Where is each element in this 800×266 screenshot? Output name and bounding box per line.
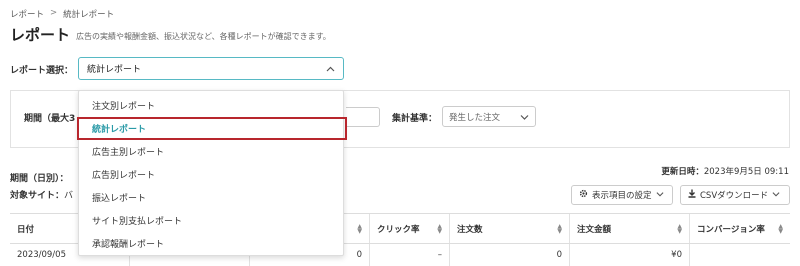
cell-conversion-rate [690,244,790,266]
column-header-order-amount[interactable]: 注文金額 ▲ ▼ [570,214,690,243]
csv-download-label: CSVダウンロード [700,191,769,201]
basis-select[interactable]: 発生した注文 [442,106,536,127]
report-option-ad[interactable]: 広告別レポート [79,163,343,186]
column-header-ctr[interactable]: クリック率 ▲ ▼ [370,214,450,243]
basis-label: 集計基準： [392,114,438,124]
period-label: 期間（最大3 [24,114,76,124]
sort-icon: ▲▼ [677,222,682,235]
report-option-transfer[interactable]: 振込レポート [79,186,343,209]
sort-icon: ▲▼ [778,222,783,235]
report-option-advertiser[interactable]: 広告主別レポート [79,140,343,163]
report-select-value: 統計レポート [87,65,142,75]
breadcrumb-item-stats: 統計レポート [63,10,115,20]
target-site: 対象サイト：バ [10,188,73,201]
chevron-down-icon [772,190,780,200]
breadcrumb: レポート > 統計レポート [10,8,114,20]
sort-icon: ▲▼ [437,222,442,235]
report-option-site-payment[interactable]: サイト別支払レポート [79,209,343,232]
target-site-value: バ [64,191,74,201]
basis-select-value: 発生した注文 [449,112,501,123]
sort-icon: ▲▼ [357,222,362,235]
page-title: レポート [10,26,71,44]
cell-ctr: – [370,244,450,266]
cell-orders: 0 [450,244,570,266]
cell-order-amount: ¥0 [570,244,690,266]
column-settings-label: 表示項目の設定 [592,191,652,201]
period-day-label: 期間（日別）： [10,174,69,184]
report-option-approved-reward[interactable]: 承認報酬レポート [79,232,343,255]
breadcrumb-separator: > [50,8,58,18]
target-site-label: 対象サイト： [10,191,65,201]
column-header-conversion-rate[interactable]: コンバージョン率 ▲ ▼ [690,214,790,243]
page-description: 広告の実績や報酬金額、振込状況など、各種レポートが確認できます。 [76,32,331,41]
column-settings-button[interactable]: 表示項目の設定 [571,185,673,205]
breadcrumb-item-report[interactable]: レポート [10,8,44,20]
chevron-up-icon [325,64,335,74]
updated-timestamp: 更新日時：2023年9月5日 09:11 [661,165,789,177]
report-option-order[interactable]: 注文別レポート [79,94,343,117]
gear-icon [579,189,588,201]
updated-label: 更新日時： [661,167,704,177]
chevron-down-icon [519,112,529,122]
report-option-stats[interactable]: 統計レポート [77,117,347,140]
report-select[interactable]: 統計レポート [78,57,344,80]
date-end-input[interactable] [346,107,380,127]
report-select-label: レポート選択： [10,66,74,76]
updated-value: 2023年9月5日 09:11 [703,167,789,177]
chevron-down-icon [656,190,664,200]
sort-icon: ▲▼ [557,222,562,235]
report-select-dropdown: 注文別レポート 統計レポート 広告主別レポート 広告別レポート 振込レポート サ… [77,90,347,256]
column-header-orders[interactable]: 注文数 ▲ ▼ [450,214,570,243]
csv-download-button[interactable]: CSVダウンロード [680,185,790,205]
download-icon [688,189,696,201]
